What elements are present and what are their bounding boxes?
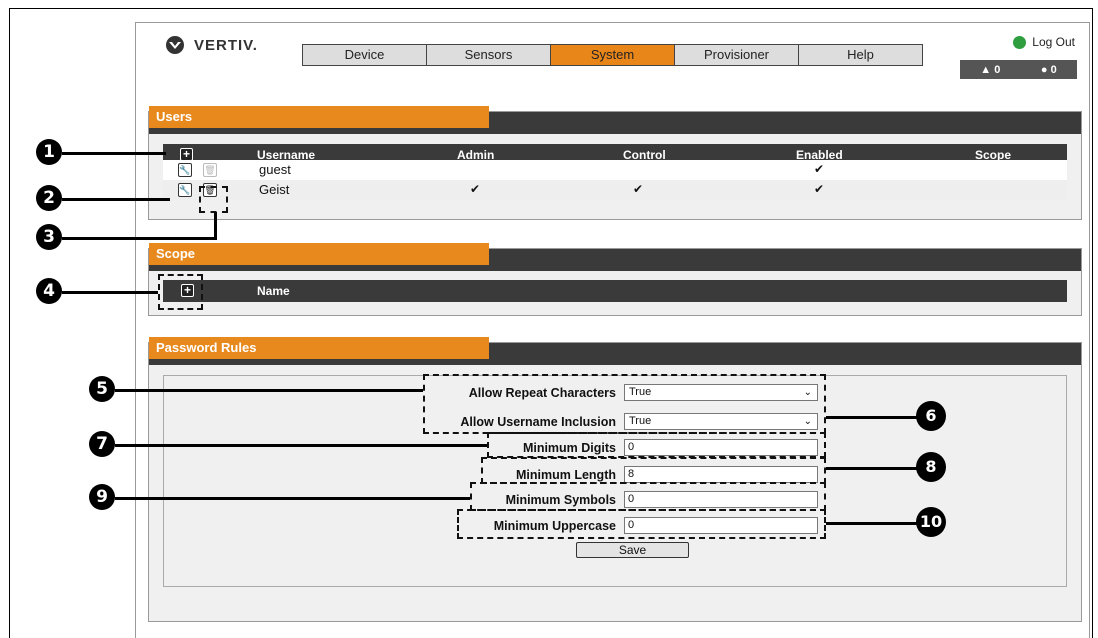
logout-label: Log Out xyxy=(1032,35,1075,49)
warning-count: 0 xyxy=(1050,63,1057,76)
main-nav: Device Sensors System Provisioner Help xyxy=(302,44,923,66)
callout-2: 2 xyxy=(36,185,62,211)
leader-line-7 xyxy=(115,444,487,447)
users-section: Users + Username Admin Control Enabled S… xyxy=(148,106,1082,220)
alarm-status[interactable]: ▲ 0 ● 0 xyxy=(960,60,1077,79)
leader-line-4 xyxy=(62,291,158,294)
scope-title: Scope xyxy=(149,243,489,265)
password-rules-header: Password Rules xyxy=(149,337,1081,365)
users-table: 🔧 🗑 guest ✔ 🔧 🗑 Geist ✔ ✔ ✔ xyxy=(163,160,1067,200)
username-cell: guest xyxy=(259,162,291,177)
table-row: 🔧 🗑 Geist ✔ ✔ ✔ xyxy=(163,180,1067,200)
delete-user-button: 🗑 xyxy=(203,163,217,177)
save-button[interactable]: Save xyxy=(576,542,689,558)
leader-line-5 xyxy=(115,389,423,392)
edit-user-button[interactable]: 🔧 xyxy=(178,163,192,177)
scope-header: Scope xyxy=(149,243,1081,271)
leader-line-9 xyxy=(115,497,470,500)
callout-8: 8 xyxy=(916,452,946,482)
vertiv-logo: VERTIV. xyxy=(164,36,258,54)
password-rules-title: Password Rules xyxy=(149,337,489,359)
callout-5: 5 xyxy=(89,376,115,402)
callout-3: 3 xyxy=(36,224,62,250)
tab-sensors[interactable]: Sensors xyxy=(426,44,551,66)
enabled-cell: ✔ xyxy=(814,182,825,196)
vertiv-logo-icon xyxy=(166,36,184,54)
warning-triangle-icon: ▲ xyxy=(980,63,992,76)
leader-line-3 xyxy=(62,237,217,240)
enabled-cell: ✔ xyxy=(814,162,825,176)
alarm-count: 0 xyxy=(994,63,1001,76)
user-icon xyxy=(1013,35,1027,49)
callout-7: 7 xyxy=(89,431,115,457)
users-header: Users xyxy=(149,106,1081,134)
highlight-min-length xyxy=(481,457,826,484)
callout-10: 10 xyxy=(916,507,946,537)
logout-link[interactable]: Log Out xyxy=(1013,35,1075,49)
highlight-add-scope xyxy=(158,274,203,310)
admin-cell: ✔ xyxy=(470,182,481,196)
leader-line-1 xyxy=(62,152,166,155)
callout-6: 6 xyxy=(916,401,946,431)
tab-system[interactable]: System xyxy=(550,44,675,66)
callout-9: 9 xyxy=(89,484,115,510)
tab-device[interactable]: Device xyxy=(302,44,427,66)
edit-user-button[interactable]: 🔧 xyxy=(178,183,192,197)
highlight-delete-button xyxy=(199,186,228,213)
leader-line-10 xyxy=(826,522,918,525)
leader-line-8 xyxy=(826,467,918,470)
highlight-allow-selects xyxy=(423,374,826,434)
username-cell: Geist xyxy=(259,182,290,197)
warning-indicator[interactable]: ● 0 xyxy=(1041,64,1057,76)
control-cell: ✔ xyxy=(633,182,644,196)
col-name: Name xyxy=(257,284,290,298)
logo-text: VERTIV. xyxy=(194,36,258,54)
scope-section: Scope + Name xyxy=(148,243,1082,316)
leader-line-3v xyxy=(214,212,217,239)
highlight-min-digits xyxy=(487,432,826,458)
highlight-min-uppercase xyxy=(457,509,826,539)
highlight-min-symbols xyxy=(470,482,826,511)
scope-column-header: + Name xyxy=(163,280,1067,302)
tab-help[interactable]: Help xyxy=(798,44,923,66)
users-title: Users xyxy=(149,106,489,128)
alarm-indicator[interactable]: ▲ 0 xyxy=(980,64,1000,76)
tab-provisioner[interactable]: Provisioner xyxy=(674,44,799,66)
callout-1: 1 xyxy=(36,139,62,165)
leader-line-2 xyxy=(62,198,170,201)
alert-circle-icon: ● xyxy=(1040,63,1048,76)
callout-4: 4 xyxy=(36,278,62,304)
leader-line-6 xyxy=(826,416,918,419)
table-row: 🔧 🗑 guest ✔ xyxy=(163,160,1067,180)
